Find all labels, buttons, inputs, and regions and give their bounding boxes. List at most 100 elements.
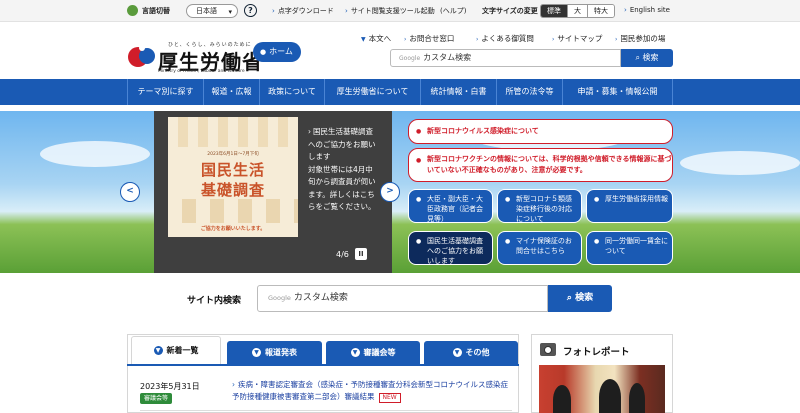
google-brand: Google [399, 55, 421, 62]
news-item-link[interactable]: › 疾病・障害認定審査会（感染症・予防接種審査分科会新型コロナウイルス感染症予防接… [232, 379, 512, 403]
chevron-down-icon: ▼ [350, 348, 360, 357]
text-size-xlarge[interactable]: 特大 [587, 5, 614, 17]
tab-latest[interactable]: ▼ 新着一覧 [131, 336, 221, 365]
browsing-tool-link[interactable]: › サイト閲覧支援ツール起動 [345, 6, 435, 16]
nav-applications[interactable]: 申請・募集・情報公開 [562, 79, 673, 105]
quick-link-covid-class5[interactable]: ● 新型コロナ５類感染症移行後の対応について [497, 189, 582, 223]
arrow-icon: › [476, 36, 479, 43]
sitemap-link[interactable]: › サイトマップ [552, 33, 602, 44]
arrow-icon: › [615, 36, 618, 43]
text-size-standard[interactable]: 標準 [541, 5, 567, 17]
photo-figure [599, 379, 621, 413]
nav-press[interactable]: 報道・広報 [203, 79, 259, 105]
nav-about[interactable]: 厚生労働省について [324, 79, 420, 105]
new-badge: NEW [378, 393, 401, 403]
poster-footer: ご協力をお願いいたします。 [200, 226, 266, 232]
site-search-label: サイト内検索 [187, 296, 242, 306]
search-icon: ⌕ [566, 293, 572, 303]
poster-illustration [168, 199, 298, 223]
arrow-icon: › [624, 6, 627, 14]
tab-council[interactable]: ▼ 審議会等 [326, 341, 420, 365]
chevron-down-icon: ▼ [452, 348, 462, 357]
contact-link[interactable]: › お問合せ窓口 [404, 33, 454, 44]
poster-illustration [168, 117, 298, 147]
photo-figure [553, 385, 571, 413]
photo-figure [629, 383, 645, 413]
poster-period: 2023年6月1日〜7月下旬 [207, 152, 259, 157]
quick-link-survey[interactable]: ● 国民生活基礎調査へのご協力をお願いします [408, 231, 493, 265]
arrow-icon: › [272, 7, 275, 15]
language-label: 言語切替 [142, 7, 170, 15]
text-size-large[interactable]: 大 [567, 5, 587, 17]
arrow-icon: ● [416, 238, 422, 245]
survey-poster[interactable]: 2023年6月1日〜7月下旬 国民生活 基礎調査 ご協力をお願いいたします。 [168, 117, 298, 237]
arrow-icon: › [404, 36, 407, 43]
arrow-icon: ● [505, 196, 511, 203]
arrow-icon: ● [505, 238, 511, 245]
arrow-icon: ● [594, 238, 600, 245]
poster-title: 基礎調査 [200, 181, 265, 199]
carousel-next-button[interactable]: > [380, 182, 400, 202]
quick-link-mynumber[interactable]: ● マイナ保険証のお問合せはこちら [497, 231, 582, 265]
header-search-input[interactable]: Google カスタム検索 [390, 49, 621, 67]
arrow-icon: › [308, 127, 311, 136]
arrow-icon: › [552, 36, 555, 43]
chevron-down-icon: ▾ [228, 8, 232, 16]
english-site-link[interactable]: › English site [624, 6, 670, 14]
pause-icon[interactable]: II [355, 248, 367, 260]
logo-english-name: Ministry of Health, Labour and Welfare [158, 69, 245, 74]
chevron-down-icon: ▼ [153, 346, 163, 355]
tab-divider [127, 364, 519, 366]
header-search-button[interactable]: ⌕ 検索 [621, 49, 673, 67]
arrow-icon: ● [416, 196, 422, 203]
text-size-label: 文字サイズの変更 [482, 7, 538, 15]
global-nav: テーマ別に探す 報道・広報 政策について 厚生労働省について 統計情報・白書 所… [0, 79, 800, 105]
site-search-input[interactable]: Google カスタム検索 [257, 285, 548, 312]
braille-download-link[interactable]: › 点字ダウンロード [272, 6, 334, 16]
faq-link[interactable]: › よくある御質問 [476, 33, 534, 44]
search-icon: ⌕ [635, 53, 640, 62]
public-participation-link[interactable]: › 国民参加の場 [615, 33, 665, 44]
language-select[interactable]: 日本語 ▾ [186, 4, 238, 18]
cloud-decoration [680, 151, 800, 175]
tab-other[interactable]: ▼ その他 [424, 341, 518, 365]
arrow-icon: › [232, 380, 235, 389]
slide-caption[interactable]: › 国民生活基礎調査へのご協力をお願いします 対象世帯には4月中旬から調査員が伺い… [308, 126, 380, 214]
google-brand: Google [268, 294, 291, 302]
help-icon[interactable]: ? [244, 4, 257, 17]
news-date: 2023年5月31日 [140, 382, 200, 391]
poster-title: 国民生活 [200, 161, 265, 179]
nav-policy[interactable]: 政策について [259, 79, 324, 105]
nav-statistics[interactable]: 統計情報・白書 [420, 79, 496, 105]
photo-report-image[interactable] [539, 365, 665, 413]
chevron-down-icon: ▼ [361, 36, 366, 43]
camera-icon [540, 343, 556, 356]
vaccine-alert-link[interactable]: ● 新型コロナワクチンの情報については、科学的根拠や信頼できる情報源に基づいていな… [408, 148, 673, 182]
language-value: 日本語 [196, 7, 217, 15]
cloud-decoration [40, 141, 150, 167]
quick-link-equal-pay[interactable]: ● 同一労働同一賃金について [586, 231, 673, 265]
home-button[interactable]: ● ホーム [253, 42, 301, 62]
arrow-icon: › [345, 7, 348, 15]
skip-to-content-link[interactable]: ▼ 本文へ [361, 33, 391, 44]
nav-theme[interactable]: テーマ別に探す [127, 79, 203, 105]
arrow-icon: ● [594, 196, 600, 203]
site-search-button[interactable]: ⌕ 検索 [548, 285, 612, 312]
arrow-icon: ● [416, 128, 422, 135]
chevron-down-icon: ▼ [252, 348, 261, 357]
quick-link-recruitment[interactable]: ● 厚生労働省採用情報 [586, 189, 673, 223]
tab-press[interactable]: ▼ 報道発表 [227, 341, 322, 365]
quick-link-minister[interactable]: ● 大臣・副大臣・大臣政務官（記者会見等） [408, 189, 493, 223]
carousel-counter: 4/6 [336, 250, 349, 259]
carousel-prev-button[interactable]: < [120, 182, 140, 202]
ministry-logo-icon[interactable] [127, 43, 157, 71]
covid-alert-link[interactable]: ● 新型コロナウイルス感染症について [408, 119, 673, 144]
text-size-toggle: 標準 大 特大 [540, 4, 615, 18]
photo-report-title[interactable]: フォトレポート [563, 344, 630, 358]
help-link[interactable]: (ヘルプ) [440, 6, 466, 16]
home-icon: ● [260, 48, 267, 56]
nav-laws[interactable]: 所管の法令等 [496, 79, 562, 105]
globe-icon [127, 5, 138, 16]
category-badge: 審議会等 [140, 393, 173, 404]
utility-bar: 言語切替 日本語 ▾ ? › 点字ダウンロード › サイト閲覧支援ツール起動 (ヘル… [0, 0, 800, 22]
